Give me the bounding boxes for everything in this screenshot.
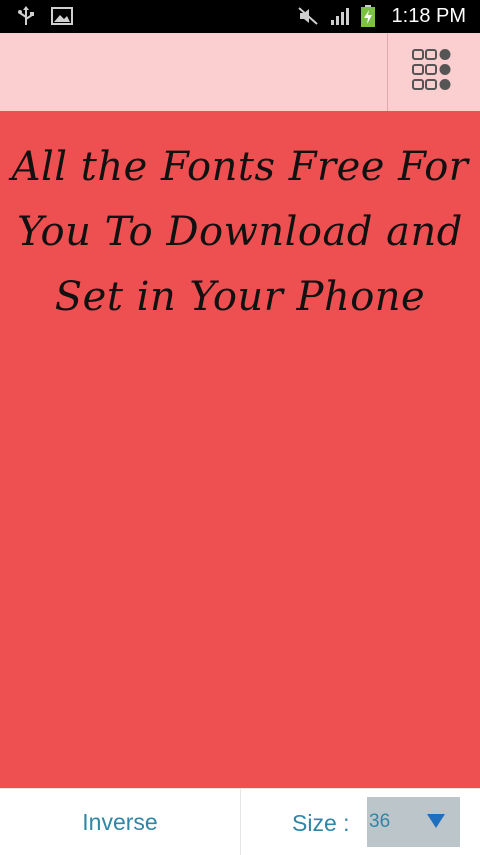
inverse-button[interactable]: Inverse xyxy=(0,789,241,855)
status-right-icons: 1:18 PM xyxy=(296,4,466,28)
size-value: 36 xyxy=(369,811,391,832)
dropdown-arrow-icon xyxy=(426,813,446,834)
status-time: 1:18 PM xyxy=(391,5,466,27)
grid-menu-button[interactable] xyxy=(387,33,480,111)
status-left-icons xyxy=(14,5,74,27)
action-bar xyxy=(0,33,480,111)
grid-menu-icon xyxy=(411,47,457,98)
size-label: Size : xyxy=(292,810,350,836)
battery-charging-icon xyxy=(360,5,384,27)
status-bar: 1:18 PM xyxy=(0,0,480,33)
usb-icon xyxy=(14,5,38,27)
signal-icon xyxy=(328,5,352,27)
preview-text: All the Fonts Free For You To Download a… xyxy=(11,144,469,320)
mute-icon xyxy=(296,5,320,27)
size-dropdown[interactable]: 36 xyxy=(367,797,460,847)
bottom-bar: Inverse Size : 36 xyxy=(0,788,480,855)
image-icon xyxy=(50,5,74,27)
font-preview-area: All the Fonts Free For You To Download a… xyxy=(0,111,480,788)
